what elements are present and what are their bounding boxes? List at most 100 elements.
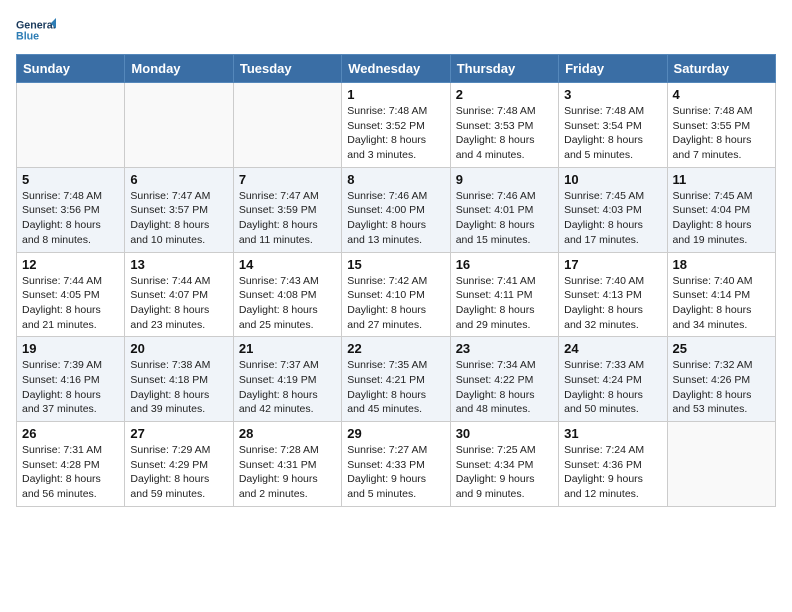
day-number: 29 (347, 426, 444, 441)
day-info: Sunrise: 7:28 AM Sunset: 4:31 PM Dayligh… (239, 443, 336, 502)
day-info: Sunrise: 7:48 AM Sunset: 3:53 PM Dayligh… (456, 104, 553, 163)
day-info: Sunrise: 7:33 AM Sunset: 4:24 PM Dayligh… (564, 358, 661, 417)
day-number: 23 (456, 341, 553, 356)
day-number: 15 (347, 257, 444, 272)
day-number: 6 (130, 172, 227, 187)
day-info: Sunrise: 7:40 AM Sunset: 4:14 PM Dayligh… (673, 274, 770, 333)
calendar-cell: 23 Sunrise: 7:34 AM Sunset: 4:22 PM Dayli… (450, 337, 558, 422)
day-info: Sunrise: 7:40 AM Sunset: 4:13 PM Dayligh… (564, 274, 661, 333)
calendar-cell (17, 83, 125, 168)
day-number: 11 (673, 172, 770, 187)
calendar-cell: 11 Sunrise: 7:45 AM Sunset: 4:04 PM Dayli… (667, 167, 775, 252)
weekday-header: Friday (559, 55, 667, 83)
calendar-cell: 7 Sunrise: 7:47 AM Sunset: 3:59 PM Daylig… (233, 167, 341, 252)
calendar-week-row: 1 Sunrise: 7:48 AM Sunset: 3:52 PM Daylig… (17, 83, 776, 168)
calendar-cell: 10 Sunrise: 7:45 AM Sunset: 4:03 PM Dayli… (559, 167, 667, 252)
day-info: Sunrise: 7:48 AM Sunset: 3:55 PM Dayligh… (673, 104, 770, 163)
calendar-week-row: 12 Sunrise: 7:44 AM Sunset: 4:05 PM Dayli… (17, 252, 776, 337)
calendar-cell: 14 Sunrise: 7:43 AM Sunset: 4:08 PM Dayli… (233, 252, 341, 337)
day-info: Sunrise: 7:34 AM Sunset: 4:22 PM Dayligh… (456, 358, 553, 417)
calendar-cell: 4 Sunrise: 7:48 AM Sunset: 3:55 PM Daylig… (667, 83, 775, 168)
day-info: Sunrise: 7:43 AM Sunset: 4:08 PM Dayligh… (239, 274, 336, 333)
day-number: 26 (22, 426, 119, 441)
weekday-header: Tuesday (233, 55, 341, 83)
day-number: 12 (22, 257, 119, 272)
day-number: 16 (456, 257, 553, 272)
calendar-cell: 20 Sunrise: 7:38 AM Sunset: 4:18 PM Dayli… (125, 337, 233, 422)
day-info: Sunrise: 7:46 AM Sunset: 4:00 PM Dayligh… (347, 189, 444, 248)
calendar-cell: 9Sunrise: 7:46 AM Sunset: 4:01 PM Daylig… (450, 167, 558, 252)
day-info: Sunrise: 7:47 AM Sunset: 3:57 PM Dayligh… (130, 189, 227, 248)
day-number: 13 (130, 257, 227, 272)
day-number: 8 (347, 172, 444, 187)
day-number: 3 (564, 87, 661, 102)
calendar-cell: 31Sunrise: 7:24 AM Sunset: 4:36 PM Dayli… (559, 422, 667, 507)
day-number: 24 (564, 341, 661, 356)
day-info: Sunrise: 7:48 AM Sunset: 3:52 PM Dayligh… (347, 104, 444, 163)
calendar-week-row: 26 Sunrise: 7:31 AM Sunset: 4:28 PM Dayli… (17, 422, 776, 507)
weekday-header: Monday (125, 55, 233, 83)
day-number: 5 (22, 172, 119, 187)
calendar-cell (667, 422, 775, 507)
weekday-header: Wednesday (342, 55, 450, 83)
day-number: 17 (564, 257, 661, 272)
day-info: Sunrise: 7:24 AM Sunset: 4:36 PM Dayligh… (564, 443, 661, 502)
day-number: 30 (456, 426, 553, 441)
day-number: 10 (564, 172, 661, 187)
calendar-cell: 1 Sunrise: 7:48 AM Sunset: 3:52 PM Daylig… (342, 83, 450, 168)
day-info: Sunrise: 7:38 AM Sunset: 4:18 PM Dayligh… (130, 358, 227, 417)
calendar-cell: 8 Sunrise: 7:46 AM Sunset: 4:00 PM Daylig… (342, 167, 450, 252)
calendar-cell: 6 Sunrise: 7:47 AM Sunset: 3:57 PM Daylig… (125, 167, 233, 252)
calendar-week-row: 19 Sunrise: 7:39 AM Sunset: 4:16 PM Dayli… (17, 337, 776, 422)
day-info: Sunrise: 7:45 AM Sunset: 4:04 PM Dayligh… (673, 189, 770, 248)
day-info: Sunrise: 7:25 AM Sunset: 4:34 PM Dayligh… (456, 443, 553, 502)
calendar-cell: 2 Sunrise: 7:48 AM Sunset: 3:53 PM Daylig… (450, 83, 558, 168)
day-number: 19 (22, 341, 119, 356)
day-info: Sunrise: 7:45 AM Sunset: 4:03 PM Dayligh… (564, 189, 661, 248)
day-info: Sunrise: 7:44 AM Sunset: 4:07 PM Dayligh… (130, 274, 227, 333)
day-info: Sunrise: 7:48 AM Sunset: 3:54 PM Dayligh… (564, 104, 661, 163)
calendar-cell: 13 Sunrise: 7:44 AM Sunset: 4:07 PM Dayli… (125, 252, 233, 337)
calendar-week-row: 5 Sunrise: 7:48 AM Sunset: 3:56 PM Daylig… (17, 167, 776, 252)
day-info: Sunrise: 7:41 AM Sunset: 4:11 PM Dayligh… (456, 274, 553, 333)
day-number: 14 (239, 257, 336, 272)
calendar-cell: 19 Sunrise: 7:39 AM Sunset: 4:16 PM Dayli… (17, 337, 125, 422)
day-info: Sunrise: 7:44 AM Sunset: 4:05 PM Dayligh… (22, 274, 119, 333)
day-info: Sunrise: 7:27 AM Sunset: 4:33 PM Dayligh… (347, 443, 444, 502)
day-number: 7 (239, 172, 336, 187)
calendar-cell: 24 Sunrise: 7:33 AM Sunset: 4:24 PM Dayli… (559, 337, 667, 422)
day-info: Sunrise: 7:46 AM Sunset: 4:01 PM Dayligh… (456, 189, 553, 248)
calendar-cell: 26 Sunrise: 7:31 AM Sunset: 4:28 PM Dayli… (17, 422, 125, 507)
calendar-cell: 28Sunrise: 7:28 AM Sunset: 4:31 PM Dayli… (233, 422, 341, 507)
day-info: Sunrise: 7:35 AM Sunset: 4:21 PM Dayligh… (347, 358, 444, 417)
day-number: 27 (130, 426, 227, 441)
calendar-cell: 16 Sunrise: 7:41 AM Sunset: 4:11 PM Dayli… (450, 252, 558, 337)
calendar-cell: 27 Sunrise: 7:29 AM Sunset: 4:29 PM Dayli… (125, 422, 233, 507)
day-info: Sunrise: 7:47 AM Sunset: 3:59 PM Dayligh… (239, 189, 336, 248)
calendar-cell: 22Sunrise: 7:35 AM Sunset: 4:21 PM Dayli… (342, 337, 450, 422)
day-number: 2 (456, 87, 553, 102)
page-header: General Blue (16, 16, 776, 44)
calendar-cell: 25Sunrise: 7:32 AM Sunset: 4:26 PM Dayli… (667, 337, 775, 422)
day-number: 1 (347, 87, 444, 102)
weekday-header: Sunday (17, 55, 125, 83)
calendar-cell: 3 Sunrise: 7:48 AM Sunset: 3:54 PM Daylig… (559, 83, 667, 168)
calendar-cell (125, 83, 233, 168)
day-number: 21 (239, 341, 336, 356)
day-info: Sunrise: 7:29 AM Sunset: 4:29 PM Dayligh… (130, 443, 227, 502)
weekday-header-row: SundayMondayTuesdayWednesdayThursdayFrid… (17, 55, 776, 83)
day-number: 18 (673, 257, 770, 272)
weekday-header: Saturday (667, 55, 775, 83)
calendar-table: SundayMondayTuesdayWednesdayThursdayFrid… (16, 54, 776, 507)
day-info: Sunrise: 7:39 AM Sunset: 4:16 PM Dayligh… (22, 358, 119, 417)
calendar-cell: 5 Sunrise: 7:48 AM Sunset: 3:56 PM Daylig… (17, 167, 125, 252)
day-number: 20 (130, 341, 227, 356)
calendar-cell: 18 Sunrise: 7:40 AM Sunset: 4:14 PM Dayli… (667, 252, 775, 337)
day-info: Sunrise: 7:37 AM Sunset: 4:19 PM Dayligh… (239, 358, 336, 417)
day-info: Sunrise: 7:48 AM Sunset: 3:56 PM Dayligh… (22, 189, 119, 248)
day-number: 4 (673, 87, 770, 102)
day-info: Sunrise: 7:31 AM Sunset: 4:28 PM Dayligh… (22, 443, 119, 502)
calendar-cell: 21 Sunrise: 7:37 AM Sunset: 4:19 PM Dayli… (233, 337, 341, 422)
logo-icon: General Blue (16, 16, 56, 44)
svg-text:Blue: Blue (16, 30, 39, 42)
